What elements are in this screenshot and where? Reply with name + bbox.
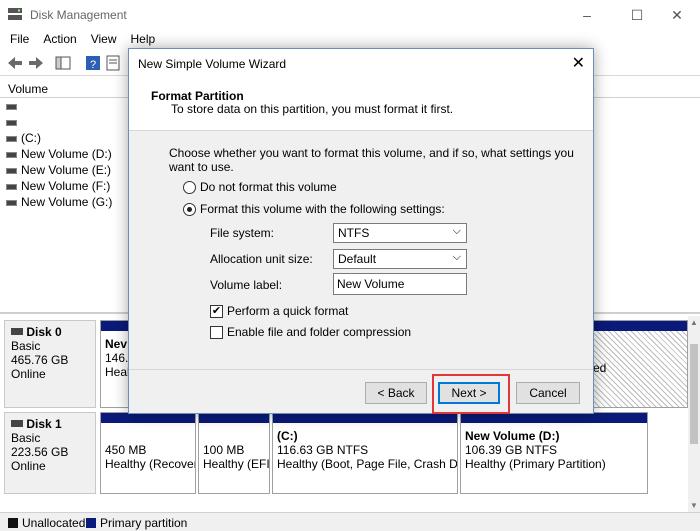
allocation-unit-select[interactable]: Default ⌵ bbox=[333, 249, 467, 269]
checkbox-checked-icon[interactable]: ✔ bbox=[210, 304, 223, 318]
help-icon[interactable]: ? bbox=[84, 54, 102, 72]
dialog-subheading: To store data on this partition, you mus… bbox=[171, 102, 454, 116]
disk-1-partition-efi[interactable]: 100 MB Healthy (EFI bbox=[198, 412, 270, 494]
radio-unchecked-icon[interactable] bbox=[183, 180, 196, 194]
file-system-select[interactable]: NTFS ⌵ bbox=[333, 223, 467, 243]
list-item[interactable]: (C:) bbox=[6, 130, 41, 146]
list-item[interactable]: New Volume (D:) bbox=[6, 146, 112, 162]
back-button[interactable]: < Back bbox=[365, 382, 427, 404]
drive-icon bbox=[6, 103, 17, 110]
dialog-footer: < Back Next > Cancel bbox=[129, 369, 593, 413]
drive-icon bbox=[6, 119, 17, 126]
svg-text:?: ? bbox=[90, 59, 96, 71]
cancel-button[interactable]: Cancel bbox=[516, 382, 580, 404]
list-item[interactable] bbox=[6, 98, 21, 114]
format-partition-dialog: New Simple Volume Wizard ✕ Format Partit… bbox=[128, 48, 594, 414]
disk-management-icon bbox=[8, 8, 22, 20]
dialog-header: Format Partition To store data on this p… bbox=[129, 77, 593, 131]
window-title: Disk Management bbox=[30, 8, 127, 22]
chevron-down-icon: ⌵ bbox=[452, 251, 461, 263]
allocation-unit-label: Allocation unit size: bbox=[210, 252, 313, 266]
legend-primary: Primary partition bbox=[100, 516, 188, 530]
disk-1-partition-c[interactable]: (C:) 116.63 GB NTFS Healthy (Boot, Page Fi… bbox=[272, 412, 458, 494]
title-bar: Disk Management – ☐ ✕ bbox=[0, 0, 700, 30]
back-arrow-icon[interactable] bbox=[6, 54, 24, 72]
checkbox-unchecked-icon[interactable] bbox=[210, 325, 223, 339]
disk-0-partition-unallocated[interactable]: ed bbox=[588, 320, 688, 408]
dialog-close-button[interactable]: ✕ bbox=[572, 53, 585, 73]
legend-swatch-primary bbox=[86, 518, 96, 528]
close-button[interactable]: ✕ bbox=[654, 0, 700, 30]
menu-action[interactable]: Action bbox=[33, 30, 76, 48]
drive-icon bbox=[6, 167, 17, 174]
radio-format-volume[interactable]: Format this volume with the following se… bbox=[183, 202, 445, 216]
legend-unallocated: Unallocated bbox=[22, 516, 86, 530]
dialog-heading: Format Partition bbox=[151, 89, 244, 103]
list-item[interactable] bbox=[6, 114, 21, 130]
dialog-title-bar: New Simple Volume Wizard ✕ bbox=[129, 49, 593, 77]
drive-icon bbox=[6, 199, 17, 206]
radio-checked-icon[interactable] bbox=[183, 202, 196, 216]
scroll-thumb[interactable] bbox=[690, 344, 698, 444]
quick-format-checkbox[interactable]: ✔ Perform a quick format bbox=[210, 304, 348, 318]
drive-icon bbox=[6, 183, 17, 190]
list-item[interactable]: New Volume (E:) bbox=[6, 162, 111, 178]
format-prompt: Choose whether you want to format this v… bbox=[169, 146, 574, 174]
volume-label-label: Volume label: bbox=[210, 278, 283, 292]
radio-do-not-format[interactable]: Do not format this volume bbox=[183, 180, 337, 194]
menu-help[interactable]: Help bbox=[121, 30, 156, 48]
disk-1-partition-d[interactable]: New Volume (D:) 106.39 GB NTFS Healthy (Pr… bbox=[460, 412, 648, 494]
disk-1-partition-recovery[interactable]: 450 MB Healthy (Recover bbox=[100, 412, 196, 494]
dialog-body: Choose whether you want to format this v… bbox=[129, 132, 593, 368]
console-tree-icon[interactable] bbox=[54, 54, 72, 72]
drive-icon bbox=[6, 151, 17, 158]
legend-swatch-unallocated bbox=[8, 518, 18, 528]
menu-file[interactable]: File bbox=[0, 30, 29, 48]
legend-bar: Unallocated Primary partition bbox=[0, 512, 700, 531]
volume-label-input[interactable]: New Volume bbox=[333, 273, 467, 295]
scroll-down-icon[interactable]: ▼ bbox=[690, 501, 698, 510]
menu-view[interactable]: View bbox=[81, 30, 117, 48]
disk-icon bbox=[11, 328, 23, 335]
disk-0-info[interactable]: Disk 0 Basic 465.76 GB Online bbox=[4, 320, 96, 408]
minimize-button[interactable]: – bbox=[564, 0, 610, 30]
dialog-title: New Simple Volume Wizard bbox=[138, 57, 287, 71]
column-volume[interactable]: Volume bbox=[8, 82, 48, 96]
properties-icon[interactable] bbox=[104, 54, 122, 72]
disk-1-info[interactable]: Disk 1 Basic 223.56 GB Online bbox=[4, 412, 96, 494]
chevron-down-icon: ⌵ bbox=[452, 225, 461, 237]
drive-icon bbox=[6, 135, 17, 142]
forward-arrow-icon[interactable] bbox=[27, 54, 45, 72]
scroll-up-icon[interactable]: ▲ bbox=[690, 318, 698, 327]
list-item[interactable]: New Volume (F:) bbox=[6, 178, 110, 194]
next-button-highlight bbox=[432, 374, 510, 414]
list-item[interactable]: New Volume (G:) bbox=[6, 194, 112, 210]
file-system-label: File system: bbox=[210, 226, 275, 240]
menu-bar: File Action View Help bbox=[0, 30, 700, 50]
vertical-scrollbar[interactable]: ▲ ▼ bbox=[688, 316, 700, 512]
disk-icon bbox=[11, 420, 23, 427]
compression-checkbox[interactable]: Enable file and folder compression bbox=[210, 325, 411, 339]
